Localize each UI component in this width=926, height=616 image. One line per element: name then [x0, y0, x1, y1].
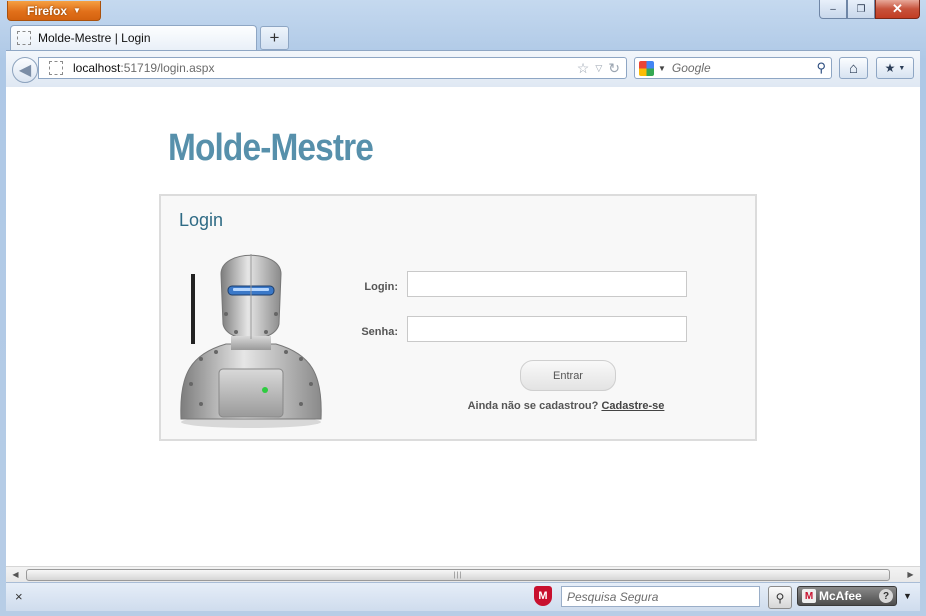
- mcafee-shield-icon[interactable]: M: [534, 586, 552, 606]
- chevron-down-icon: ▼: [73, 6, 81, 15]
- signup-prompt: Ainda não se cadastrou?: [467, 400, 599, 412]
- minimize-button[interactable]: ‒: [819, 0, 847, 19]
- navigation-toolbar: ◀ localhost:51719/login.aspx ☆ ▽ ↻ ▼ Goo…: [6, 50, 920, 87]
- home-icon: ⌂: [848, 59, 859, 77]
- addon-bar: × M Pesquisa Segura ⚲ M McAfee ? ▼: [6, 582, 920, 611]
- password-label: Senha:: [361, 326, 398, 338]
- secure-search-button[interactable]: ⚲: [768, 586, 792, 609]
- google-icon[interactable]: [639, 60, 654, 76]
- login-panel: Login Login: Senha: Entrar Ainda não se …: [159, 194, 757, 441]
- mcafee-label: McAfee: [819, 589, 862, 603]
- scroll-right-arrow-icon[interactable]: ▶: [903, 568, 918, 581]
- bookmarks-button[interactable]: ★ ▼: [876, 57, 914, 79]
- close-button[interactable]: ✕: [875, 0, 920, 19]
- site-logo: Molde-Mestre: [168, 127, 374, 169]
- tab-active[interactable]: Molde-Mestre | Login: [10, 25, 257, 50]
- search-icon[interactable]: ⚲: [816, 60, 826, 76]
- tab-title: Molde-Mestre | Login: [38, 31, 151, 45]
- browser-window: Firefox ▼ ‒ ❐ ✕ Molde-Mestre | Login + ◀…: [0, 0, 926, 616]
- history-dropdown-icon[interactable]: ▽: [595, 60, 602, 77]
- password-input[interactable]: [407, 316, 687, 342]
- site-identity-icon[interactable]: [49, 61, 63, 75]
- search-placeholder: Google: [671, 61, 711, 75]
- back-button[interactable]: ◀: [12, 57, 38, 83]
- search-bar[interactable]: ▼ Google ⚲: [634, 57, 832, 79]
- search-icon: ⚲: [775, 590, 785, 605]
- horizontal-scrollbar[interactable]: ◀ ||| ▶: [6, 566, 920, 582]
- restore-button[interactable]: ❐: [847, 0, 875, 19]
- login-title: Login: [179, 210, 224, 230]
- help-icon[interactable]: ?: [879, 589, 893, 603]
- mcafee-logo-icon: M: [802, 589, 816, 603]
- reload-icon[interactable]: ↻: [608, 60, 620, 77]
- login-input[interactable]: [407, 271, 687, 297]
- url-path: :51719/login.aspx: [120, 61, 215, 75]
- firefox-menu-button[interactable]: Firefox ▼: [7, 1, 101, 21]
- close-addon-bar-button[interactable]: ×: [15, 589, 23, 604]
- firefox-menu-label: Firefox: [27, 3, 68, 18]
- secure-search-input[interactable]: Pesquisa Segura: [561, 586, 760, 607]
- login-button[interactable]: Entrar: [520, 360, 616, 391]
- signup-link[interactable]: Cadastre-se: [601, 400, 664, 412]
- robot-avatar-image: [180, 254, 322, 428]
- search-engine-dropdown-icon[interactable]: ▼: [658, 64, 666, 73]
- scroll-left-arrow-icon[interactable]: ◀: [8, 568, 23, 581]
- home-button[interactable]: ⌂: [839, 57, 868, 79]
- mcafee-button[interactable]: M McAfee ?: [797, 586, 897, 606]
- arrow-left-icon: ◀: [18, 62, 32, 79]
- url-host: localhost: [73, 61, 121, 75]
- bookmarks-star-icon: ★: [884, 61, 896, 75]
- new-tab-button[interactable]: +: [260, 26, 289, 50]
- scrollbar-thumb[interactable]: |||: [26, 569, 890, 581]
- bookmark-star-icon[interactable]: ☆: [577, 60, 590, 77]
- page-icon: [17, 31, 31, 45]
- login-label: Login:: [364, 281, 398, 293]
- chevron-down-icon: ▼: [898, 64, 906, 72]
- window-controls: ‒ ❐ ✕: [819, 0, 920, 19]
- chevron-down-icon[interactable]: ▼: [903, 591, 912, 601]
- page-content: Molde-Mestre Login Login: Senha: Entrar …: [6, 87, 920, 566]
- address-bar[interactable]: localhost:51719/login.aspx ☆ ▽ ↻: [38, 57, 627, 79]
- signup-text: Ainda não se cadastrou? Cadastre-se: [461, 400, 671, 412]
